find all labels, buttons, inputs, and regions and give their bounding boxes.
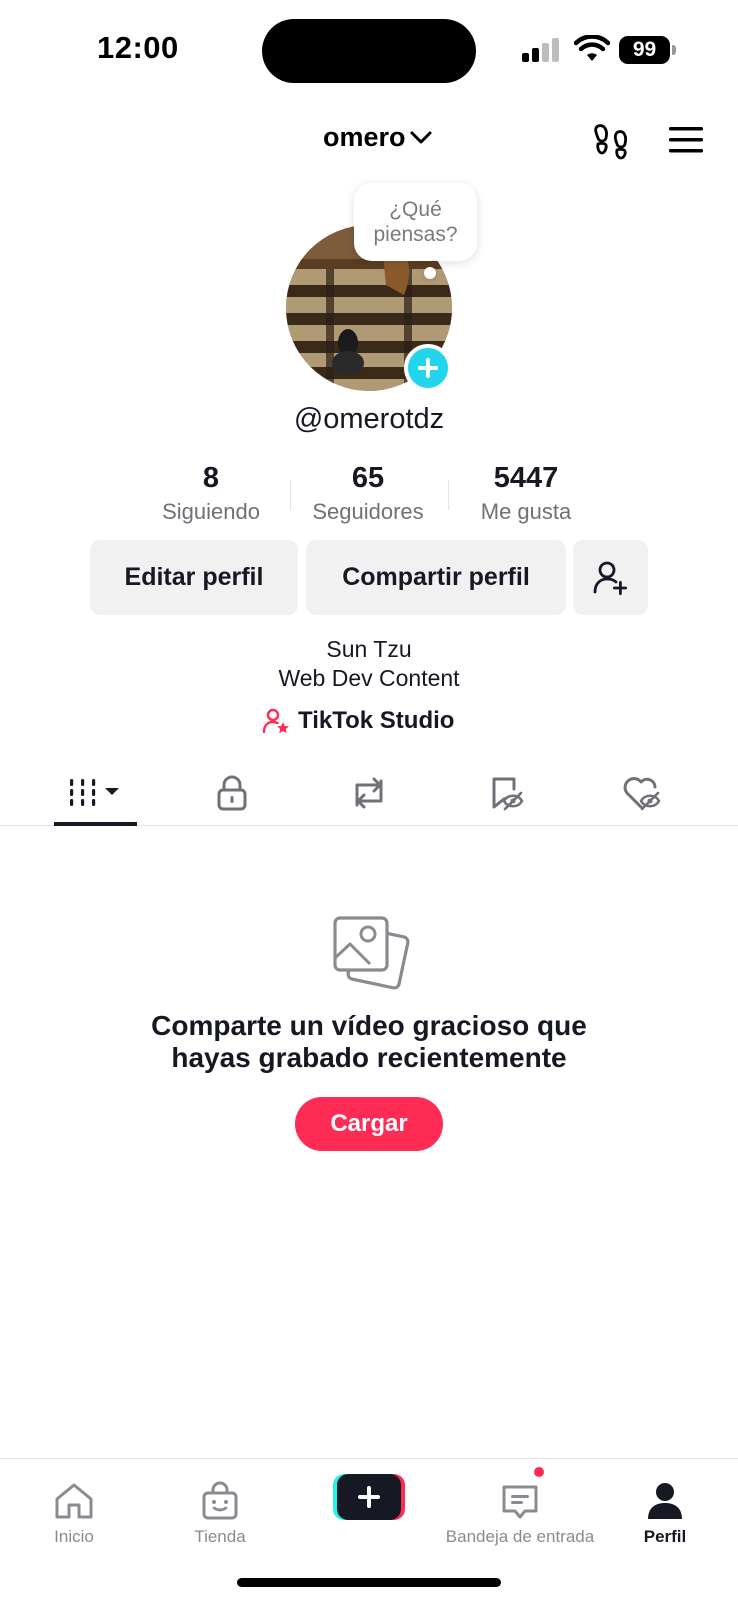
dynamic-island xyxy=(262,19,476,83)
nav-label: Tienda xyxy=(194,1527,246,1546)
bookmark-hidden-icon xyxy=(492,777,524,811)
cellular-signal-icon xyxy=(522,38,559,62)
profile-tabs xyxy=(0,760,738,826)
stat-label: Siguiendo xyxy=(162,499,260,524)
account-switcher[interactable]: omero xyxy=(323,122,432,153)
nav-label: Inicio xyxy=(54,1527,94,1546)
empty-state-message: Comparte un vídeo gracioso que hayas gra… xyxy=(0,1010,738,1074)
thought-bubble-dot xyxy=(424,267,436,279)
grid-videos-icon xyxy=(70,779,119,806)
stat-label: Me gusta xyxy=(480,499,572,524)
add-user-icon xyxy=(593,561,627,595)
profile-stats: 8 Siguiendo 65 Seguidores 5447 Me gusta xyxy=(0,462,738,532)
profile-icon xyxy=(648,1483,682,1519)
share-profile-button[interactable]: Compartir perfil xyxy=(306,540,566,615)
stat-divider xyxy=(290,480,291,510)
tab-private[interactable] xyxy=(187,760,277,826)
thought-bubble[interactable]: ¿Qué piensas? xyxy=(354,183,477,261)
nav-shop[interactable]: Tienda xyxy=(180,1459,260,1547)
nav-profile[interactable]: Perfil xyxy=(630,1459,700,1547)
nav-label: Bandeja de entrada xyxy=(445,1527,595,1546)
notification-badge xyxy=(532,1465,546,1479)
stat-following[interactable]: 8 Siguiendo xyxy=(150,462,272,525)
tiktok-studio-label: TikTok Studio xyxy=(298,707,455,734)
stat-label: Seguidores xyxy=(312,499,424,524)
home-indicator xyxy=(237,1578,501,1587)
shop-bag-icon xyxy=(202,1481,238,1520)
stat-value: 8 xyxy=(202,462,220,494)
bio-line-1: Sun Tzu xyxy=(326,636,412,662)
stat-followers[interactable]: 65 Seguidores xyxy=(306,462,430,525)
tiktok-studio-link[interactable]: TikTok Studio xyxy=(262,707,454,735)
heart-hidden-icon xyxy=(623,777,661,811)
chevron-down-icon xyxy=(410,131,432,143)
tab-videos[interactable] xyxy=(50,760,140,826)
footprints-icon[interactable] xyxy=(590,120,630,160)
stat-divider xyxy=(448,480,449,510)
profile-header: omero xyxy=(0,110,738,170)
tab-reposts[interactable] xyxy=(324,760,414,826)
battery-level: 99 xyxy=(619,36,670,64)
tab-favorites[interactable] xyxy=(462,760,552,826)
active-tab-indicator xyxy=(54,822,137,826)
wifi-icon xyxy=(574,35,610,61)
bio-line-2: Web Dev Content xyxy=(278,665,460,691)
stat-value: 65 xyxy=(351,462,385,494)
stat-value: 5447 xyxy=(493,462,559,494)
inbox-icon xyxy=(502,1485,538,1519)
nav-home[interactable]: Inicio xyxy=(36,1459,112,1547)
menu-icon[interactable] xyxy=(666,120,706,160)
upload-button[interactable]: Cargar xyxy=(295,1097,443,1151)
nav-label: Perfil xyxy=(643,1527,687,1546)
empty-state-line-2: hayas grabado recientemente xyxy=(171,1042,567,1073)
status-time: 12:00 xyxy=(97,30,179,65)
create-plus-icon[interactable] xyxy=(333,1474,405,1520)
lock-icon xyxy=(217,775,247,811)
edit-profile-button[interactable]: Editar perfil xyxy=(90,540,298,615)
nav-inbox[interactable]: Bandeja de entrada xyxy=(438,1459,602,1547)
home-icon xyxy=(55,1483,93,1519)
creator-star-icon xyxy=(262,708,289,734)
profile-handle: @omerotdz xyxy=(293,403,445,435)
repost-icon xyxy=(355,777,383,809)
photos-icon xyxy=(333,916,410,990)
status-bar: 12:00 99 xyxy=(0,0,738,100)
battery-icon: 99 xyxy=(619,36,676,64)
plus-icon xyxy=(418,358,438,378)
add-friends-button[interactable] xyxy=(573,540,648,615)
account-name: omero xyxy=(323,122,406,152)
stat-likes[interactable]: 5447 Me gusta xyxy=(466,462,586,525)
tab-liked[interactable] xyxy=(598,760,688,826)
add-story-button[interactable] xyxy=(404,344,452,392)
empty-state-line-1: Comparte un vídeo gracioso que xyxy=(151,1010,587,1041)
